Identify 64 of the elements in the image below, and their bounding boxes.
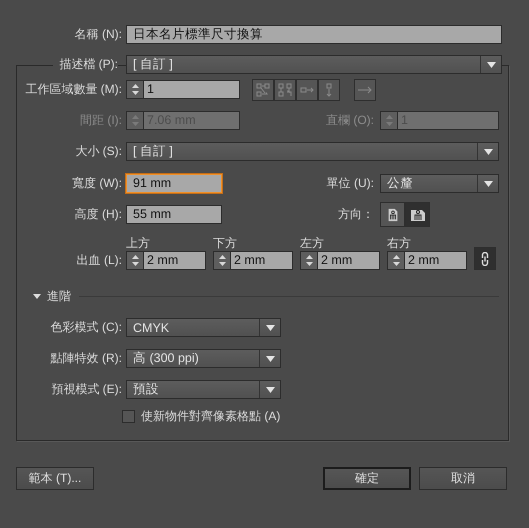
field-label: 預視模式 (E): <box>50 381 122 398</box>
option-dropdown[interactable]: CMYK <box>126 318 281 337</box>
field-label: 方向： <box>338 206 374 223</box>
dropdown-arrow-icon <box>486 62 496 68</box>
field-label: 寬度 (W): <box>71 175 122 192</box>
checkbox-label: 使新物件對齊像素格點 (A) <box>141 408 280 425</box>
checkbox[interactable] <box>122 410 135 423</box>
field-label: 工作區域數量 (M): <box>24 81 122 98</box>
dialog-button[interactable]: 範本 (T)... <box>16 467 94 490</box>
artboard-layout-button[interactable] <box>296 78 318 100</box>
orientation-button[interactable] <box>405 202 430 227</box>
bleed-side-label: 上方 <box>126 236 151 251</box>
field-label: 名稱 (N): <box>74 26 122 43</box>
layout-arrangement-icon <box>255 82 271 98</box>
artboard-layout-button[interactable] <box>252 78 274 100</box>
landscape-figure-icon <box>410 208 426 222</box>
right-arrow-icon <box>357 86 373 94</box>
dropdown-arrow-icon <box>484 180 492 186</box>
chain-link-icon <box>481 252 489 266</box>
field-label: 點陣特效 (R): <box>50 350 122 367</box>
bleed-field[interactable]: 2 mm <box>300 251 380 270</box>
stepper-arrows-icon[interactable] <box>130 254 140 267</box>
artboard-layout-button[interactable] <box>274 78 296 100</box>
dropdown-arrow-icon <box>266 356 274 362</box>
stepper-arrows-icon[interactable] <box>392 254 400 267</box>
option-dropdown[interactable]: 預設 <box>126 380 281 399</box>
field-label: 描述檔 (P): <box>53 56 118 73</box>
height-field[interactable]: 55 mm <box>126 205 222 224</box>
bleed-field[interactable]: 2 mm <box>387 251 467 270</box>
bleed-side-label: 左方 <box>300 236 325 251</box>
dialog-button[interactable]: 確定 <box>323 467 411 490</box>
dialog-button[interactable]: 取消 <box>419 467 507 490</box>
artboard-count-field[interactable]: 1 <box>126 80 240 99</box>
profile-dropdown[interactable]: [ 自訂 ] <box>126 55 502 74</box>
size-dropdown[interactable]: [ 自訂 ] <box>126 142 499 161</box>
artboard-layout-button[interactable] <box>318 78 340 100</box>
field-label: 色彩模式 (C): <box>50 319 122 336</box>
disclosure-triangle-icon <box>33 294 41 300</box>
field-label: 大小 (S): <box>74 143 122 160</box>
dropdown-arrow-icon <box>484 148 492 154</box>
dropdown-arrow-icon <box>266 386 274 392</box>
stepper-arrows-icon[interactable] <box>130 83 140 96</box>
field-label: 間距 (I): <box>79 112 122 129</box>
link-toggle-button[interactable] <box>474 247 496 270</box>
bleed-field[interactable]: 2 mm <box>213 251 293 270</box>
units-dropdown[interactable]: 公釐 <box>380 174 499 193</box>
field-label: 高度 (H): <box>74 206 122 223</box>
stepper-arrows-icon[interactable] <box>304 254 314 267</box>
field-label: 出血 (L): <box>76 252 122 269</box>
option-dropdown[interactable]: 高 (300 ppi) <box>126 349 281 368</box>
layout-arrangement-icon <box>277 82 293 98</box>
name-field[interactable]: 日本名片標準尺寸換算 <box>126 25 502 44</box>
bleed-side-label: 右方 <box>387 236 412 251</box>
bleed-field[interactable]: 2 mm <box>126 251 206 270</box>
bleed-side-label: 下方 <box>213 236 238 251</box>
field-label: 直欄 (O): <box>326 112 374 129</box>
portrait-figure-icon <box>386 206 400 222</box>
artboard-order-button[interactable] <box>354 78 376 100</box>
advanced-toggle[interactable]: 進階 <box>17 288 71 305</box>
field-label: 單位 (U): <box>326 175 374 192</box>
dropdown-arrow-icon <box>266 324 274 330</box>
width-field[interactable]: 91 mm <box>126 174 222 193</box>
orientation-button[interactable] <box>380 202 405 227</box>
stepper-arrows-icon[interactable] <box>218 254 226 267</box>
